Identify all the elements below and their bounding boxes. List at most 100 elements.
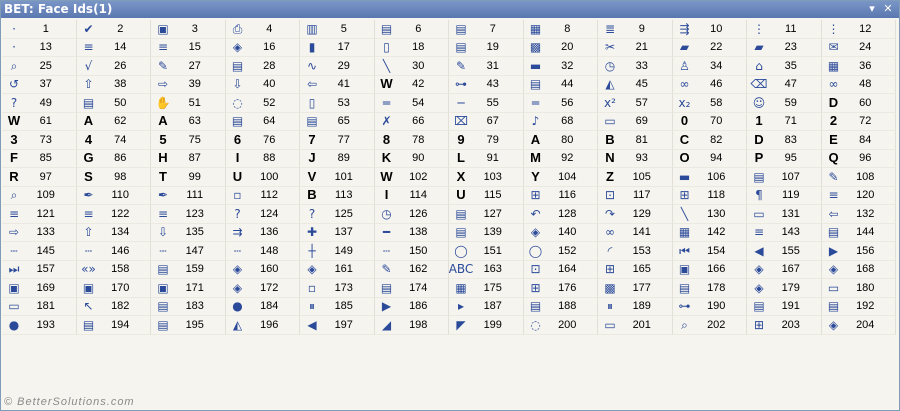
face-id-cell[interactable]: ✉ 24 (821, 38, 896, 57)
face-id-cell[interactable]: ◈ 160 (225, 260, 300, 279)
face-id-cell[interactable]: ▤ 107 (747, 168, 822, 187)
face-id-cell[interactable]: ▦ 36 (821, 57, 896, 76)
face-id-cell[interactable]: ≡ 15 (151, 38, 226, 57)
face-id-cell[interactable]: ┄ 146 (76, 242, 151, 261)
face-id-cell[interactable]: ✒ 111 (151, 186, 226, 205)
face-id-cell[interactable]: ✎ 162 (374, 260, 449, 279)
face-id-cell[interactable]: ▤ 7 (449, 20, 524, 39)
face-id-cell[interactable]: ▭ 69 (598, 112, 673, 131)
face-id-cell[interactable]: ≡ 120 (821, 186, 896, 205)
face-id-cell[interactable]: ◈ 204 (821, 316, 896, 335)
face-id-cell[interactable]: ┼ 149 (300, 242, 375, 261)
face-id-cell[interactable]: ◈ 16 (225, 38, 300, 57)
face-id-cell[interactable]: 2 72 (821, 112, 896, 131)
face-id-cell[interactable]: ▤ 144 (821, 223, 896, 242)
face-id-cell[interactable]: ▤ 188 (523, 297, 598, 316)
face-id-cell[interactable]: ⊶ 190 (672, 297, 747, 316)
face-id-cell[interactable]: Y 104 (523, 168, 598, 187)
face-id-cell[interactable]: ▫ 173 (300, 279, 375, 298)
face-id-cell[interactable]: ⇶ 10 (672, 20, 747, 39)
face-id-cell[interactable]: ⇦ 41 (300, 75, 375, 94)
face-id-cell[interactable]: ◯ 152 (523, 242, 598, 261)
face-id-cell[interactable]: D 83 (747, 131, 822, 150)
face-id-cell[interactable]: ━ 138 (374, 223, 449, 242)
face-id-cell[interactable]: ≡ 123 (151, 205, 226, 224)
face-id-cell[interactable]: ▣ 170 (76, 279, 151, 298)
face-id-cell[interactable]: ✔ 2 (76, 20, 151, 39)
face-id-cell[interactable]: · 1 (2, 20, 77, 39)
face-id-cell[interactable]: G 86 (76, 149, 151, 168)
face-id-cell[interactable]: ▤ 183 (151, 297, 226, 316)
face-id-cell[interactable]: ♪ 68 (523, 112, 598, 131)
face-id-cell[interactable]: ◈ 167 (747, 260, 822, 279)
face-id-cell[interactable]: ◭ 45 (598, 75, 673, 94)
face-id-cell[interactable]: O 94 (672, 149, 747, 168)
face-id-cell[interactable]: K 90 (374, 149, 449, 168)
face-id-cell[interactable]: ◈ 179 (747, 279, 822, 298)
face-id-cell[interactable]: W 102 (374, 168, 449, 187)
face-id-cell[interactable]: ▤ 19 (449, 38, 524, 57)
face-id-cell[interactable]: ◯ 151 (449, 242, 524, 261)
face-id-cell[interactable]: E 84 (821, 131, 896, 150)
face-id-cell[interactable]: ABC 163 (449, 260, 524, 279)
face-id-cell[interactable]: ⇉ 136 (225, 223, 300, 242)
face-id-cell[interactable]: ✎ 31 (449, 57, 524, 76)
face-id-cell[interactable]: B 113 (300, 186, 375, 205)
face-id-cell[interactable]: ⌕ 109 (2, 186, 77, 205)
face-id-cell[interactable]: ▭ 180 (821, 279, 896, 298)
face-id-cell[interactable]: C 82 (672, 131, 747, 150)
face-id-cell[interactable]: ◈ 140 (523, 223, 598, 242)
face-id-cell[interactable]: H 87 (151, 149, 226, 168)
face-id-cell[interactable]: I 114 (374, 186, 449, 205)
face-id-cell[interactable]: ┄ 145 (2, 242, 77, 261)
face-id-cell[interactable]: ✗ 66 (374, 112, 449, 131)
face-id-cell[interactable]: ┄ 150 (374, 242, 449, 261)
face-id-cell[interactable]: ═ 56 (523, 94, 598, 113)
face-id-cell[interactable]: ◢ 198 (374, 316, 449, 335)
face-id-cell[interactable]: ═ 54 (374, 94, 449, 113)
face-id-cell[interactable]: 7 77 (300, 131, 375, 150)
face-id-cell[interactable]: I 88 (225, 149, 300, 168)
face-id-cell[interactable]: 1 71 (747, 112, 822, 131)
face-id-cell[interactable]: ⇦ 132 (821, 205, 896, 224)
face-id-cell[interactable]: ≡ 122 (76, 205, 151, 224)
dropdown-icon[interactable]: ▾ (865, 2, 879, 16)
face-id-cell[interactable]: ▣ 3 (151, 20, 226, 39)
face-id-cell[interactable]: M 92 (523, 149, 598, 168)
face-id-cell[interactable]: W 42 (374, 75, 449, 94)
face-id-cell[interactable]: ▤ 64 (225, 112, 300, 131)
face-id-cell[interactable]: A 62 (76, 112, 151, 131)
close-icon[interactable]: ✕ (881, 2, 895, 16)
face-id-cell[interactable]: ▣ 166 (672, 260, 747, 279)
face-id-cell[interactable]: ▤ 50 (76, 94, 151, 113)
face-id-cell[interactable]: ▩ 177 (598, 279, 673, 298)
face-id-cell[interactable]: ▭ 201 (598, 316, 673, 335)
face-id-cell[interactable]: ▦ 142 (672, 223, 747, 242)
face-id-cell[interactable]: ↷ 129 (598, 205, 673, 224)
face-id-cell[interactable]: ◜ 153 (598, 242, 673, 261)
face-id-cell[interactable]: J 89 (300, 149, 375, 168)
face-id-cell[interactable]: ▤ 178 (672, 279, 747, 298)
face-id-cell[interactable]: P 95 (747, 149, 822, 168)
face-id-cell[interactable]: A 80 (523, 131, 598, 150)
face-id-cell[interactable]: ⌂ 35 (747, 57, 822, 76)
face-id-cell[interactable]: ▤ 195 (151, 316, 226, 335)
face-id-cell[interactable]: ✚ 137 (300, 223, 375, 242)
face-id-cell[interactable]: ▩ 20 (523, 38, 598, 57)
face-id-cell[interactable]: ▤ 192 (821, 297, 896, 316)
face-id-cell[interactable]: U 115 (449, 186, 524, 205)
face-id-cell[interactable]: N 93 (598, 149, 673, 168)
face-id-cell[interactable]: ┄ 147 (151, 242, 226, 261)
face-id-cell[interactable]: ▸ 187 (449, 297, 524, 316)
face-id-cell[interactable]: «» 158 (76, 260, 151, 279)
face-id-cell[interactable]: ≡ 14 (76, 38, 151, 57)
face-id-cell[interactable]: ⏸ 189 (598, 297, 673, 316)
face-id-cell[interactable]: ▣ 169 (2, 279, 77, 298)
face-id-cell[interactable]: 8 78 (374, 131, 449, 150)
face-id-cell[interactable]: ⎙ 4 (225, 20, 300, 39)
face-id-cell[interactable]: ∞ 46 (672, 75, 747, 94)
face-id-cell[interactable]: ▤ 191 (747, 297, 822, 316)
face-id-cell[interactable]: U 100 (225, 168, 300, 187)
face-id-cell[interactable]: ▯ 18 (374, 38, 449, 57)
face-id-cell[interactable]: ⊞ 118 (672, 186, 747, 205)
